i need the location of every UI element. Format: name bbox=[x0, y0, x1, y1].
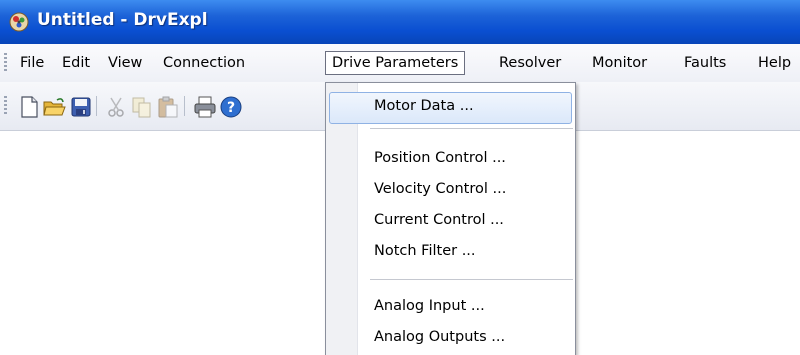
title-bar: Untitled - DrvExpl bbox=[0, 0, 800, 44]
open-folder-icon[interactable] bbox=[42, 95, 66, 119]
menu-item-label: Analog Outputs ... bbox=[374, 329, 506, 345]
menu-item-label: Notch Filter ... bbox=[374, 243, 476, 259]
menu-resolver[interactable]: Resolver bbox=[495, 52, 565, 74]
app-icon bbox=[8, 11, 30, 33]
menu-item-analog-outputs[interactable]: Analog Outputs ... bbox=[326, 322, 575, 352]
menu-item-position-control[interactable]: Position Control ... bbox=[326, 143, 575, 173]
menu-drive-parameters[interactable]: Drive Parameters bbox=[325, 51, 466, 75]
copy-icon[interactable] bbox=[130, 95, 154, 119]
menu-item-analog-input[interactable]: Analog Input ... bbox=[326, 291, 575, 321]
menu-item-current-control[interactable]: Current Control ... bbox=[326, 205, 575, 235]
help-icon[interactable]: ? bbox=[219, 95, 243, 119]
save-icon[interactable] bbox=[69, 95, 93, 119]
menu-edit[interactable]: Edit bbox=[58, 52, 94, 74]
toolbar-separator bbox=[184, 96, 185, 116]
menu-item-label: Motor Data ... bbox=[374, 98, 474, 114]
menu-item-label: Velocity Control ... bbox=[374, 181, 507, 197]
menu-item-velocity-control[interactable]: Velocity Control ... bbox=[326, 174, 575, 204]
cut-icon[interactable] bbox=[105, 95, 129, 119]
menu-connection[interactable]: Connection bbox=[159, 52, 249, 74]
menu-item-notch-filter[interactable]: Notch Filter ... bbox=[326, 236, 575, 266]
menu-separator bbox=[370, 128, 573, 129]
menu-item-motor-data[interactable]: Motor Data ... bbox=[326, 91, 575, 124]
print-icon[interactable] bbox=[193, 95, 217, 119]
window-title: Untitled - DrvExpl bbox=[37, 10, 208, 30]
menu-separator bbox=[370, 279, 573, 280]
menu-item-label: Position Control ... bbox=[374, 150, 506, 166]
menu-item-label: Current Control ... bbox=[374, 212, 504, 228]
drive-parameters-menu: Motor Data ... Position Control ... Velo… bbox=[325, 82, 576, 355]
toolbar-grip[interactable] bbox=[4, 96, 7, 116]
menubar-grip[interactable] bbox=[4, 53, 7, 73]
svg-text:?: ? bbox=[227, 100, 235, 116]
menu-help[interactable]: Help bbox=[754, 52, 795, 74]
menu-item-label: Analog Input ... bbox=[374, 298, 485, 314]
paste-icon[interactable] bbox=[156, 95, 180, 119]
new-file-icon[interactable] bbox=[17, 95, 41, 119]
menu-faults[interactable]: Faults bbox=[680, 52, 730, 74]
menu-view[interactable]: View bbox=[104, 52, 146, 74]
menu-bar: File Edit View Connection Drive Paramete… bbox=[0, 44, 800, 82]
toolbar-separator bbox=[96, 96, 97, 116]
menu-monitor[interactable]: Monitor bbox=[588, 52, 651, 74]
menu-file[interactable]: File bbox=[16, 52, 48, 74]
